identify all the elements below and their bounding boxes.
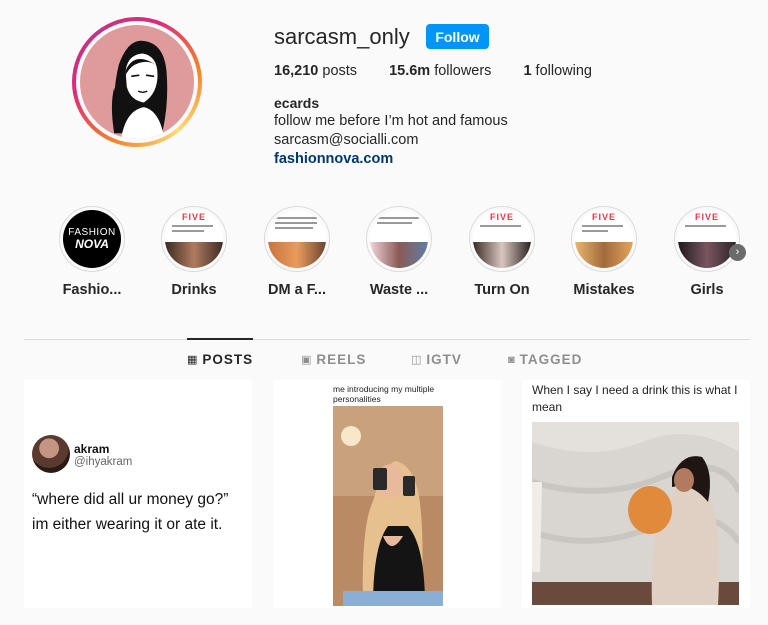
tab-label: REELS — [316, 352, 367, 367]
highlight-ring — [366, 206, 432, 272]
following-label: following — [535, 63, 592, 79]
logo-text-bottom: NOVA — [75, 237, 109, 251]
post-tile[interactable]: me introducing my multiple personalities — [273, 380, 501, 608]
highlight-thumbnail: FASHION NOVA — [63, 210, 121, 268]
highlight-label: Waste ... — [369, 282, 429, 298]
bio-email: sarcasm@socialli.com — [274, 132, 419, 148]
post-photo — [532, 422, 739, 605]
highlight-label: Girls — [690, 282, 724, 298]
highlight-ring: FIVE — [469, 206, 535, 272]
posts-stat: 16,210 posts — [274, 63, 357, 79]
highlight-fashion-nova[interactable]: FASHION NOVA Fashio... — [52, 206, 132, 298]
highlight-thumbnail: FIVE — [678, 210, 736, 268]
post-caption: me introducing my multiple personalities — [333, 384, 435, 404]
post-photo — [333, 406, 443, 606]
highlight-label: Mistakes — [573, 282, 635, 298]
active-tab-indicator — [187, 338, 253, 340]
followers-stat[interactable]: 15.6m followers — [389, 63, 491, 79]
tab-posts[interactable]: ▦ POSTS — [187, 352, 253, 367]
bio-name: ecards — [274, 95, 320, 111]
tab-label: IGTV — [426, 352, 462, 367]
highlight-mistakes[interactable]: FIVE Mistakes — [564, 206, 644, 298]
highlight-label: Turn On — [474, 282, 530, 298]
tweet-author-handle: @ihyakram — [74, 456, 133, 468]
fashion-nova-logo: FASHION NOVA — [63, 210, 121, 268]
highlight-thumbnail: FIVE — [473, 210, 531, 268]
highlight-thumbnail: FIVE — [575, 210, 633, 268]
profile-avatar-ring[interactable] — [72, 17, 202, 147]
highlight-thumbnail — [268, 210, 326, 268]
highlight-ring: FIVE — [571, 206, 637, 272]
followers-count: 15.6m — [389, 63, 431, 79]
chevron-right-icon[interactable]: › — [729, 244, 746, 261]
avatar-gap — [76, 21, 198, 143]
tagged-icon: ◙ — [508, 353, 516, 366]
highlight-ring: FIVE — [674, 206, 740, 272]
highlight-thumbnail — [370, 210, 428, 268]
profile-stats: 16,210 posts 15.6m followers 1 following — [274, 63, 624, 79]
highlight-thumbnail: FIVE — [165, 210, 223, 268]
highlight-drinks[interactable]: FIVE Drinks — [154, 206, 234, 298]
post-tile[interactable]: akram @ihyakram “where did all ur money … — [24, 380, 252, 608]
tweet-author-avatar — [32, 435, 70, 473]
posts-count: 16,210 — [274, 63, 319, 79]
tab-reels[interactable]: ▣ REELS — [301, 352, 366, 367]
tab-tagged[interactable]: ◙ TAGGED — [508, 352, 582, 367]
following-count: 1 — [523, 63, 532, 79]
tweet-text: “where did all ur money go?” im either w… — [32, 491, 229, 533]
highlight-label: Fashio... — [62, 282, 122, 298]
five-logo: FIVE — [489, 212, 514, 222]
grid-icon: ▦ — [187, 354, 199, 366]
posts-label: posts — [322, 63, 358, 79]
avatar — [80, 25, 194, 139]
tab-label: POSTS — [202, 352, 254, 367]
post-caption: When I say I need a drink this is what I… — [532, 383, 738, 414]
bio-line: follow me before I’m hot and famous — [274, 113, 508, 129]
follow-button[interactable]: Follow — [426, 24, 489, 49]
highlight-label: Drinks — [171, 282, 217, 298]
highlight-waste[interactable]: Waste ... — [359, 206, 439, 298]
five-logo: FIVE — [181, 212, 206, 222]
highlight-ring: FASHION NOVA — [59, 206, 125, 272]
bio-website-link[interactable]: fashionnova.com — [274, 151, 393, 167]
reels-icon: ▣ — [301, 354, 313, 366]
five-logo: FIVE — [591, 212, 616, 222]
highlight-dm-a-friend[interactable]: DM a F... — [257, 206, 337, 298]
followers-label: followers — [434, 63, 492, 79]
profile-username: sarcasm_only — [274, 24, 410, 49]
highlight-label: DM a F... — [267, 282, 326, 298]
following-stat[interactable]: 1 following — [523, 63, 592, 79]
tabs-divider — [24, 339, 750, 340]
highlight-ring — [264, 206, 330, 272]
highlight-ring: FIVE — [161, 206, 227, 272]
five-logo: FIVE — [694, 212, 719, 222]
igtv-icon: ◫ — [411, 354, 423, 366]
tab-igtv[interactable]: ◫ IGTV — [411, 352, 462, 367]
post-tile[interactable]: When I say I need a drink this is what I… — [522, 380, 750, 608]
tweet-author-name: akram — [74, 442, 110, 456]
tab-label: TAGGED — [519, 352, 583, 367]
highlight-turn-on[interactable]: FIVE Turn On — [462, 206, 542, 298]
avatar-illustration — [111, 40, 168, 139]
